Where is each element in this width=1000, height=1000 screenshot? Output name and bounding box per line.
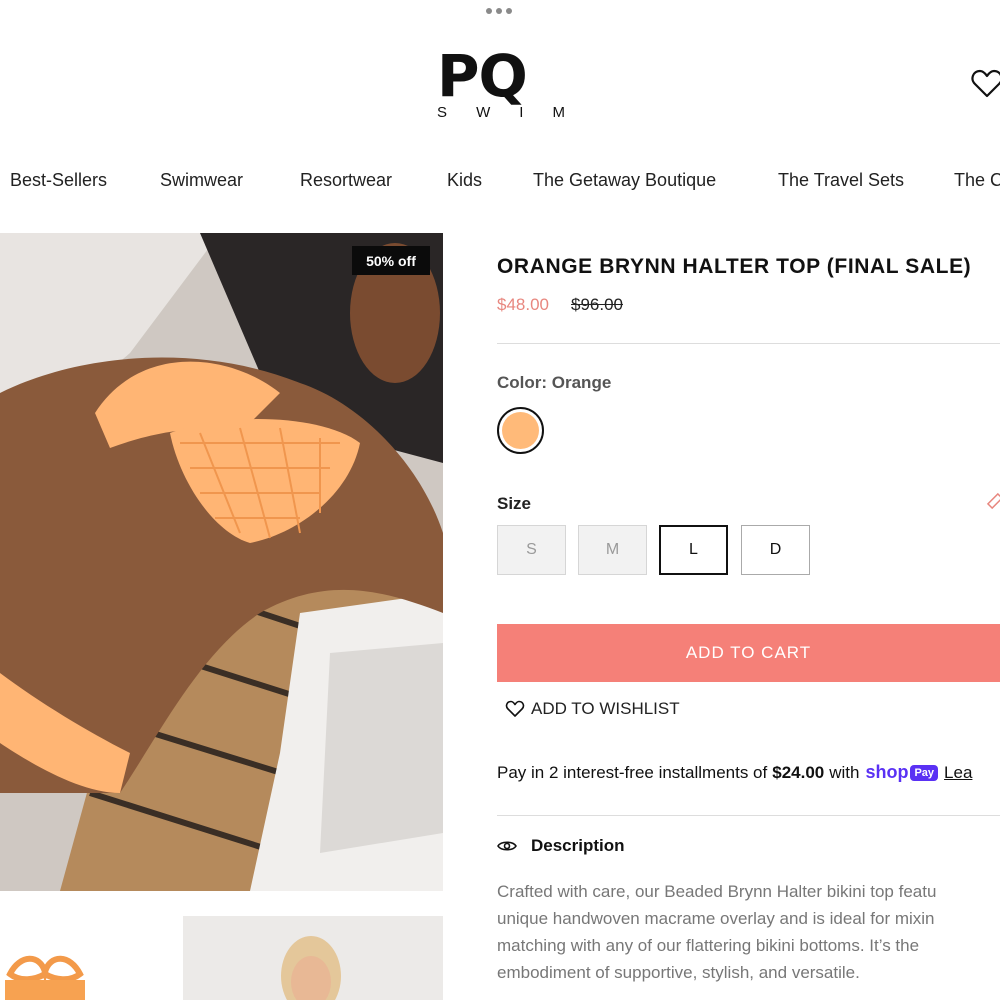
installment-amount: $24.00 (772, 762, 825, 782)
description-text: Crafted with care, our Beaded Brynn Halt… (497, 882, 937, 982)
nav-item-swimwear[interactable]: Swimwear (160, 170, 243, 191)
price-divider (497, 343, 1000, 344)
size-label: Size (497, 494, 532, 513)
ruler-icon[interactable] (986, 492, 1000, 510)
more-options-dots[interactable] (486, 8, 512, 14)
description-heading: Description (531, 836, 625, 855)
nav-item-best-sellers[interactable]: Best-Sellers (10, 170, 107, 191)
original-price: $96.00 (571, 295, 623, 314)
installments-divider (497, 815, 1000, 816)
product-thumbnail-2[interactable] (183, 916, 443, 1000)
product-title: ORANGE BRYNN HALTER TOP (FINAL SALE) (497, 255, 972, 278)
heart-icon[interactable] (970, 68, 1000, 100)
product-thumbnail-1[interactable] (0, 944, 90, 1000)
add-to-wishlist-button[interactable]: ADD TO WISHLIST (505, 699, 680, 719)
nav-item-getaway-boutique[interactable]: The Getaway Boutique (533, 170, 716, 191)
installments-notice: Pay in 2 interest-free installments of $… (497, 762, 972, 783)
size-option-m[interactable]: M (578, 525, 647, 575)
color-swatch-orange[interactable] (497, 407, 544, 454)
size-option-d[interactable]: D (741, 525, 810, 575)
add-to-cart-button[interactable]: ADD TO CART (497, 624, 1000, 682)
logo-subtitle: S W I M (437, 104, 567, 121)
installments-with: with (829, 762, 860, 782)
size-option-s[interactable]: S (497, 525, 566, 575)
color-label: Color: Orange (497, 373, 612, 392)
size-option-l[interactable]: L (659, 525, 728, 575)
nav-item-travel-sets[interactable]: The Travel Sets (778, 170, 904, 191)
discount-badge: 50% off (352, 246, 430, 275)
wishlist-label: ADD TO WISHLIST (531, 699, 680, 718)
logo-wordmark: PQ (437, 42, 528, 110)
learn-more-link[interactable]: Lea (944, 763, 972, 783)
nav-item-resortwear[interactable]: Resortwear (300, 170, 392, 191)
nav-item-more[interactable]: The C (954, 170, 1000, 191)
nav-item-kids[interactable]: Kids (447, 170, 482, 191)
installments-prefix: Pay in 2 interest-free installments of (497, 762, 768, 782)
shop-pay-logo: shop (865, 762, 909, 782)
product-main-image[interactable] (0, 233, 443, 891)
eye-icon (497, 841, 517, 851)
shop-pay-pill: Pay (910, 764, 939, 781)
heart-outline-icon (505, 700, 525, 717)
sale-price: $48.00 (497, 295, 549, 314)
description-toggle[interactable]: Description (497, 836, 625, 856)
swatch-fill (502, 412, 539, 449)
